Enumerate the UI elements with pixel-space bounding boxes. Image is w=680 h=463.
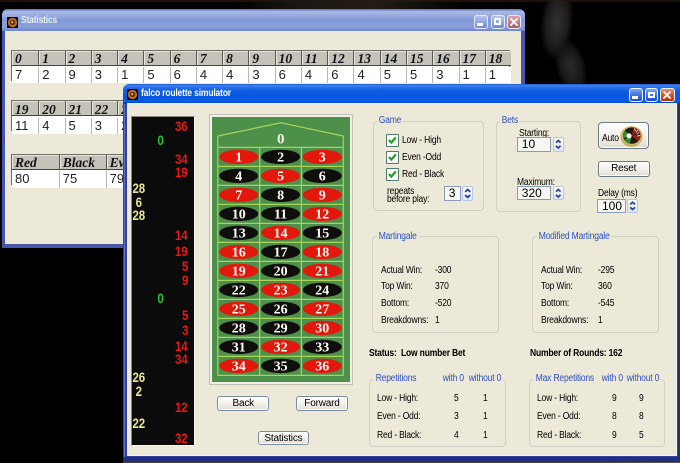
svg-text:11: 11	[274, 207, 287, 222]
svg-text:25: 25	[231, 302, 245, 317]
svg-text:12: 12	[315, 207, 329, 222]
svg-text:32: 32	[273, 340, 287, 355]
svg-text:1: 1	[235, 150, 242, 165]
svg-text:16: 16	[231, 245, 245, 260]
svg-text:4: 4	[235, 169, 242, 184]
svg-text:17: 17	[273, 245, 287, 260]
svg-text:6: 6	[319, 169, 326, 184]
svg-text:26: 26	[273, 302, 287, 317]
svg-text:36: 36	[315, 359, 329, 374]
svg-text:15: 15	[315, 226, 329, 241]
svg-text:7: 7	[235, 188, 242, 203]
svg-text:3: 3	[319, 150, 326, 165]
svg-text:20: 20	[273, 264, 287, 279]
svg-text:0: 0	[277, 131, 285, 147]
svg-text:19: 19	[231, 264, 245, 279]
svg-text:28: 28	[231, 321, 245, 336]
svg-text:9: 9	[319, 188, 326, 203]
svg-text:14: 14	[273, 226, 287, 241]
svg-text:10: 10	[231, 207, 245, 222]
svg-text:8: 8	[277, 188, 284, 203]
svg-text:34: 34	[231, 359, 245, 374]
svg-text:23: 23	[273, 283, 287, 298]
svg-text:24: 24	[315, 283, 329, 298]
svg-text:29: 29	[273, 321, 287, 336]
svg-text:18: 18	[315, 245, 329, 260]
svg-text:27: 27	[315, 302, 329, 317]
svg-text:13: 13	[231, 226, 245, 241]
svg-text:5: 5	[277, 169, 284, 184]
svg-text:2: 2	[277, 150, 284, 165]
svg-text:30: 30	[315, 321, 329, 336]
svg-text:33: 33	[315, 340, 329, 355]
svg-text:22: 22	[231, 283, 245, 298]
svg-text:35: 35	[273, 359, 287, 374]
svg-text:31: 31	[231, 340, 245, 355]
svg-text:21: 21	[315, 264, 329, 279]
